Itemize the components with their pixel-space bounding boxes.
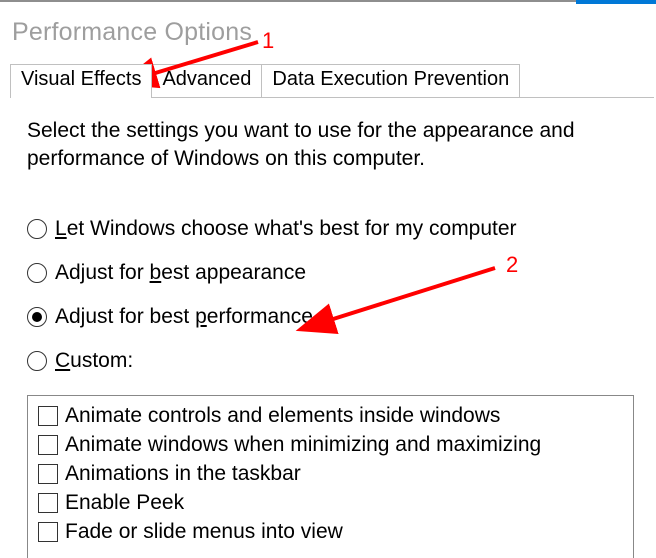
radio-icon — [27, 351, 47, 371]
annotation-label-2: 2 — [506, 252, 518, 278]
checkbox-icon — [38, 493, 58, 513]
checkbox-icon — [38, 435, 58, 455]
tab-panel-visual-effects: Select the settings you want to use for … — [10, 97, 654, 558]
checkbox-icon — [38, 406, 58, 426]
annotation-label-1: 1 — [262, 28, 274, 54]
check-label: Animate windows when minimizing and maxi… — [65, 433, 541, 457]
check-label: Enable Peek — [65, 491, 184, 515]
radio-label: Custom: — [55, 349, 133, 373]
check-label: Fade or slide menus into view — [65, 520, 343, 544]
tab-strip: Visual Effects Advanced Data Execution P… — [10, 64, 654, 98]
radio-label: Adjust for best performance — [55, 305, 313, 329]
intro-text: Select the settings you want to use for … — [27, 117, 624, 174]
checkbox-icon — [38, 522, 58, 542]
tab-label: Data Execution Prevention — [272, 68, 509, 90]
tab-data-execution-prevention[interactable]: Data Execution Prevention — [261, 64, 520, 97]
radio-icon — [27, 219, 47, 239]
radio-let-windows-choose[interactable]: Let Windows choose what's best for my co… — [27, 217, 517, 241]
radio-icon — [27, 263, 47, 283]
check-animate-controls[interactable]: Animate controls and elements inside win… — [38, 401, 623, 430]
check-animate-windows[interactable]: Animate windows when minimizing and maxi… — [38, 430, 623, 459]
radio-best-performance[interactable]: Adjust for best performance — [27, 305, 517, 329]
radio-best-appearance[interactable]: Adjust for best appearance — [27, 261, 517, 285]
tab-advanced[interactable]: Advanced — [151, 64, 262, 97]
check-fade-menus[interactable]: Fade or slide menus into view — [38, 517, 623, 546]
window-top-border — [0, 0, 656, 2]
check-enable-peek[interactable]: Enable Peek — [38, 488, 623, 517]
window-title: Performance Options — [12, 18, 252, 47]
tab-label: Advanced — [162, 68, 251, 90]
radio-label: Let Windows choose what's best for my co… — [55, 217, 517, 241]
check-label: Animations in the taskbar — [65, 462, 301, 486]
tab-label: Visual Effects — [21, 68, 141, 90]
radio-label: Adjust for best appearance — [55, 261, 306, 285]
check-taskbar-animations[interactable]: Animations in the taskbar — [38, 459, 623, 488]
radio-custom[interactable]: Custom: — [27, 349, 517, 373]
radio-group-perf-mode: Let Windows choose what's best for my co… — [27, 217, 517, 393]
checkbox-icon — [38, 464, 58, 484]
radio-icon — [27, 307, 47, 327]
visual-effects-list[interactable]: Animate controls and elements inside win… — [27, 395, 634, 558]
check-label: Animate controls and elements inside win… — [65, 404, 500, 428]
tab-visual-effects[interactable]: Visual Effects — [10, 64, 152, 97]
